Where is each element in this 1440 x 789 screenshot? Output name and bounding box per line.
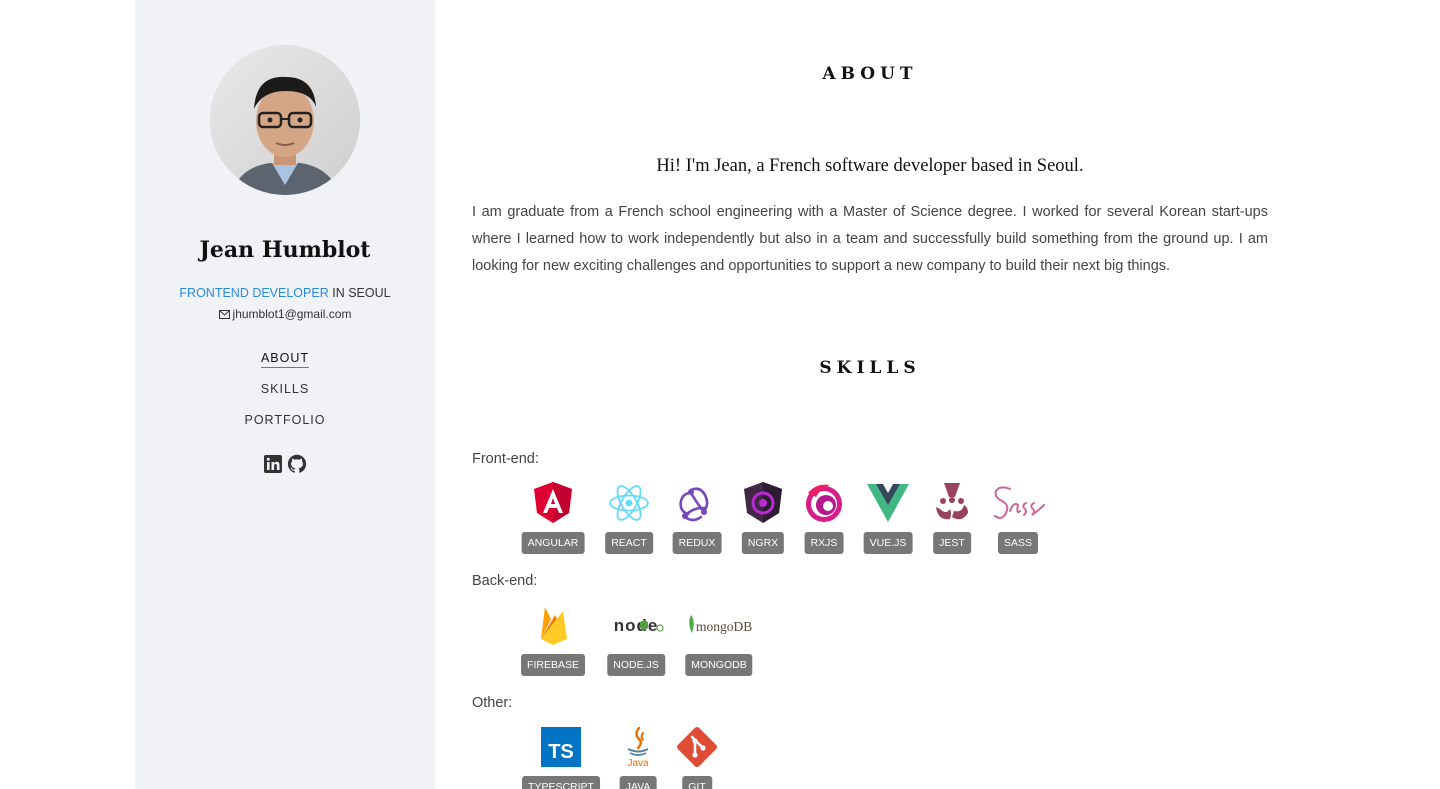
angular-icon	[534, 482, 572, 523]
sidebar: Jean Humblot FRONTEND DEVELOPER IN SEOUL…	[135, 0, 435, 789]
about-greeting: Hi! I'm Jean, a French software develope…	[656, 156, 1084, 176]
skill-badge: NGRX	[741, 532, 785, 554]
ngrx-icon	[744, 482, 782, 523]
java-icon: Java	[627, 726, 649, 769]
nav-item-about[interactable]: ABOUT	[135, 351, 435, 382]
rxjs-icon	[806, 484, 842, 522]
skill-badge: GIT	[682, 776, 712, 789]
social-links	[135, 454, 435, 474]
jest-icon	[936, 483, 968, 520]
svg-text:Java: Java	[627, 758, 649, 769]
profile-role: FRONTEND DEVELOPER IN SEOUL	[135, 286, 435, 300]
redux-icon	[679, 487, 709, 522]
skill-badge: TYPESCRIPT	[522, 776, 600, 789]
skill-badge: RXJS	[804, 532, 844, 554]
about-bio: I am graduate from a French school engin…	[472, 204, 1268, 274]
firebase-icon	[541, 607, 567, 645]
skill-badge: VUE.JS	[863, 532, 913, 554]
react-icon	[609, 485, 649, 521]
nav-item-label: PORTFOLIO	[244, 413, 326, 427]
nav-item-skills[interactable]: SKILLS	[135, 382, 435, 413]
role-title: FRONTEND DEVELOPER	[179, 286, 329, 300]
other-label: Other:	[472, 695, 513, 711]
svg-text:TS: TS	[548, 741, 574, 763]
mail-icon	[218, 310, 230, 319]
nodejs-icon: node	[614, 616, 664, 635]
svg-text:mongoDB: mongoDB	[696, 619, 752, 634]
profile-name: Jean Humblot	[199, 237, 371, 263]
nav-item-label: SKILLS	[260, 382, 310, 396]
github-icon[interactable]	[287, 454, 307, 474]
skill-badge: ANGULAR	[521, 532, 585, 554]
svg-text:node: node	[614, 616, 659, 635]
frontend-label: Front-end:	[472, 451, 539, 467]
nav-item-portfolio[interactable]: PORTFOLIO	[135, 413, 435, 444]
mongodb-icon: mongoDB	[689, 615, 752, 634]
skill-badge: REACT	[605, 532, 653, 554]
sass-icon	[994, 486, 1045, 519]
sidebar-nav: ABOUT SKILLS PORTFOLIO	[135, 351, 435, 444]
skill-badge: REDUX	[672, 532, 722, 554]
skills-heading: SKILLS	[819, 358, 921, 378]
avatar	[210, 45, 360, 195]
skill-badge: MONGODB	[685, 654, 753, 676]
profile-email[interactable]: jhumblot1@gmail.com	[135, 307, 435, 321]
git-icon	[677, 727, 717, 767]
skill-badge: JEST	[933, 532, 971, 554]
nav-item-label: ABOUT	[260, 351, 310, 368]
skill-badge: FIREBASE	[521, 654, 585, 676]
skill-badge: SASS	[997, 532, 1039, 554]
vue-icon	[867, 484, 909, 522]
role-location: IN SEOUL	[328, 286, 391, 300]
linkedin-icon[interactable]	[263, 454, 283, 474]
skill-badge: JAVA	[619, 776, 657, 789]
about-heading: ABOUT	[822, 64, 918, 84]
typescript-icon: TS	[541, 727, 581, 767]
email-text: jhumblot1@gmail.com	[232, 307, 352, 321]
skill-badge: NODE.JS	[607, 654, 665, 676]
backend-label: Back-end:	[472, 573, 538, 589]
